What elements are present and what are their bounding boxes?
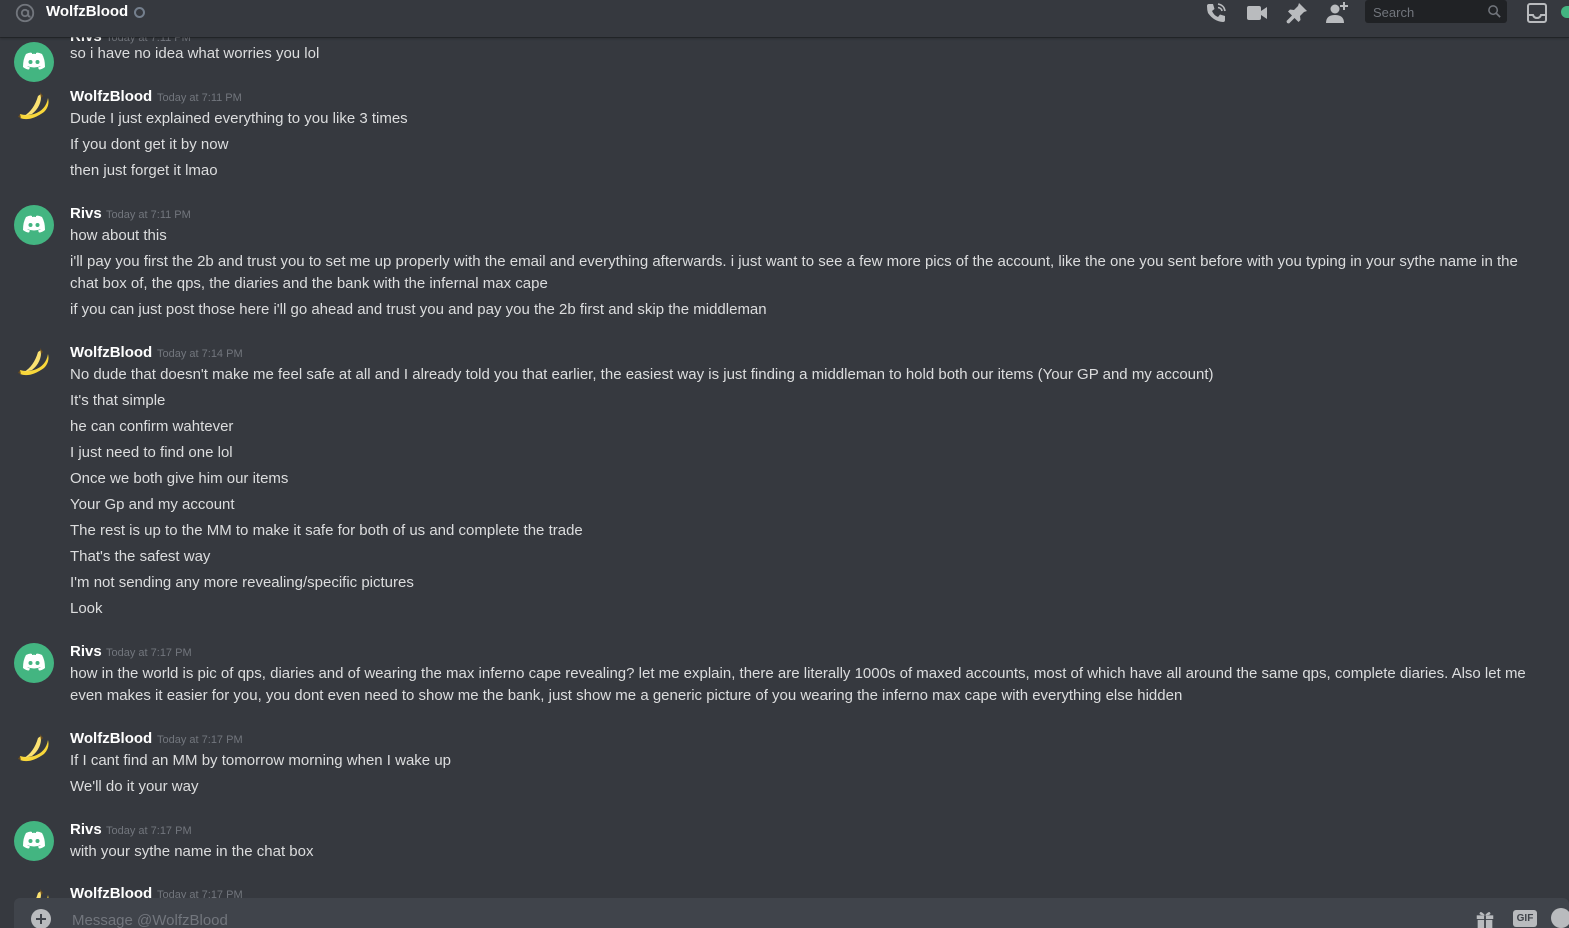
- add-friend-icon[interactable]: [1325, 1, 1349, 25]
- discord-dm-window: Rivs Today at 7:11 PM so i have no idea …: [0, 0, 1569, 928]
- channel-header: WolfzBlood: [0, 0, 1569, 37]
- upload-file-button[interactable]: [31, 909, 51, 928]
- message-text: I'm not sending any more revealing/speci…: [70, 574, 414, 591]
- timestamp: Today at 7:17 PM: [106, 647, 192, 659]
- message-list: Rivs Today at 7:11 PM so i have no idea …: [0, 0, 1569, 917]
- timestamp: Today at 7:11 PM: [157, 92, 242, 104]
- message-text: with your sythe name in the chat box: [70, 843, 314, 860]
- discord-logo-icon: [23, 831, 45, 849]
- discord-logo-icon: [23, 215, 45, 233]
- message-text: Your Gp and my account: [70, 496, 235, 513]
- avatar[interactable]: [14, 643, 54, 683]
- timestamp: Today at 7:17 PM: [106, 825, 192, 837]
- search-bar[interactable]: [1365, 0, 1507, 23]
- avatar[interactable]: [14, 42, 54, 82]
- gif-button[interactable]: GIF: [1513, 910, 1537, 927]
- message-text: If I cant find an MM by tomorrow morning…: [70, 752, 451, 769]
- banana-icon: [18, 734, 49, 762]
- voice-call-icon[interactable]: [1204, 1, 1228, 25]
- message-input[interactable]: [70, 908, 1374, 928]
- inbox-icon[interactable]: [1525, 1, 1549, 25]
- timestamp: Today at 7:14 PM: [157, 348, 243, 360]
- timestamp: Today at 7:11 PM: [106, 209, 191, 221]
- message-composer: GIF: [14, 898, 1569, 928]
- avatar[interactable]: [14, 730, 54, 770]
- message-text: The rest is up to the MM to make it safe…: [70, 522, 583, 539]
- search-input[interactable]: [1371, 2, 1485, 23]
- video-call-icon[interactable]: [1245, 1, 1269, 25]
- message-text: he can confirm wahtever: [70, 418, 234, 435]
- discord-logo-icon: [23, 653, 45, 671]
- pin-icon[interactable]: [1285, 1, 1309, 25]
- username[interactable]: Rivs: [70, 205, 102, 222]
- emoji-picker-icon[interactable]: [1551, 908, 1569, 928]
- message-text: I just need to find one lol: [70, 444, 233, 461]
- banana-icon: [18, 92, 49, 120]
- gift-icon[interactable]: [1474, 908, 1496, 928]
- message-text: We'll do it your way: [70, 778, 199, 795]
- username[interactable]: WolfzBlood: [70, 344, 152, 361]
- search-icon: [1488, 5, 1501, 18]
- message-text: Once we both give him our items: [70, 470, 289, 487]
- offline-status-icon: [134, 7, 145, 18]
- message-text: how in the world is pic of qps, diaries …: [70, 665, 1526, 704]
- avatar[interactable]: [14, 88, 54, 128]
- message-text: how about this: [70, 227, 167, 244]
- username[interactable]: WolfzBlood: [70, 88, 152, 105]
- message-text: Look: [70, 600, 103, 617]
- message-text: That's the safest way: [70, 548, 211, 565]
- message-text: It's that simple: [70, 392, 166, 409]
- message-text: Dude I just explained everything to you …: [70, 110, 408, 127]
- timestamp: Today at 7:17 PM: [157, 734, 243, 746]
- username[interactable]: Rivs: [70, 643, 102, 660]
- discord-logo-icon: [23, 52, 45, 70]
- avatar[interactable]: [14, 821, 54, 861]
- at-sign-icon: [15, 3, 35, 23]
- status-indicator: [1561, 6, 1569, 18]
- message-text: i'll pay you first the 2b and trust you …: [70, 253, 1518, 292]
- message-text: if you can just post those here i'll go …: [70, 301, 767, 318]
- message-text: so i have no idea what worries you lol: [70, 45, 320, 62]
- username[interactable]: WolfzBlood: [70, 730, 152, 747]
- banana-icon: [18, 348, 49, 376]
- avatar[interactable]: [14, 344, 54, 384]
- username[interactable]: Rivs: [70, 821, 102, 838]
- message-text: If you dont get it by now: [70, 136, 229, 153]
- avatar[interactable]: [14, 205, 54, 245]
- message-text: then just forget it lmao: [70, 162, 218, 179]
- message-text: No dude that doesn't make me feel safe a…: [70, 366, 1214, 383]
- dm-recipient-name: WolfzBlood: [46, 3, 129, 20]
